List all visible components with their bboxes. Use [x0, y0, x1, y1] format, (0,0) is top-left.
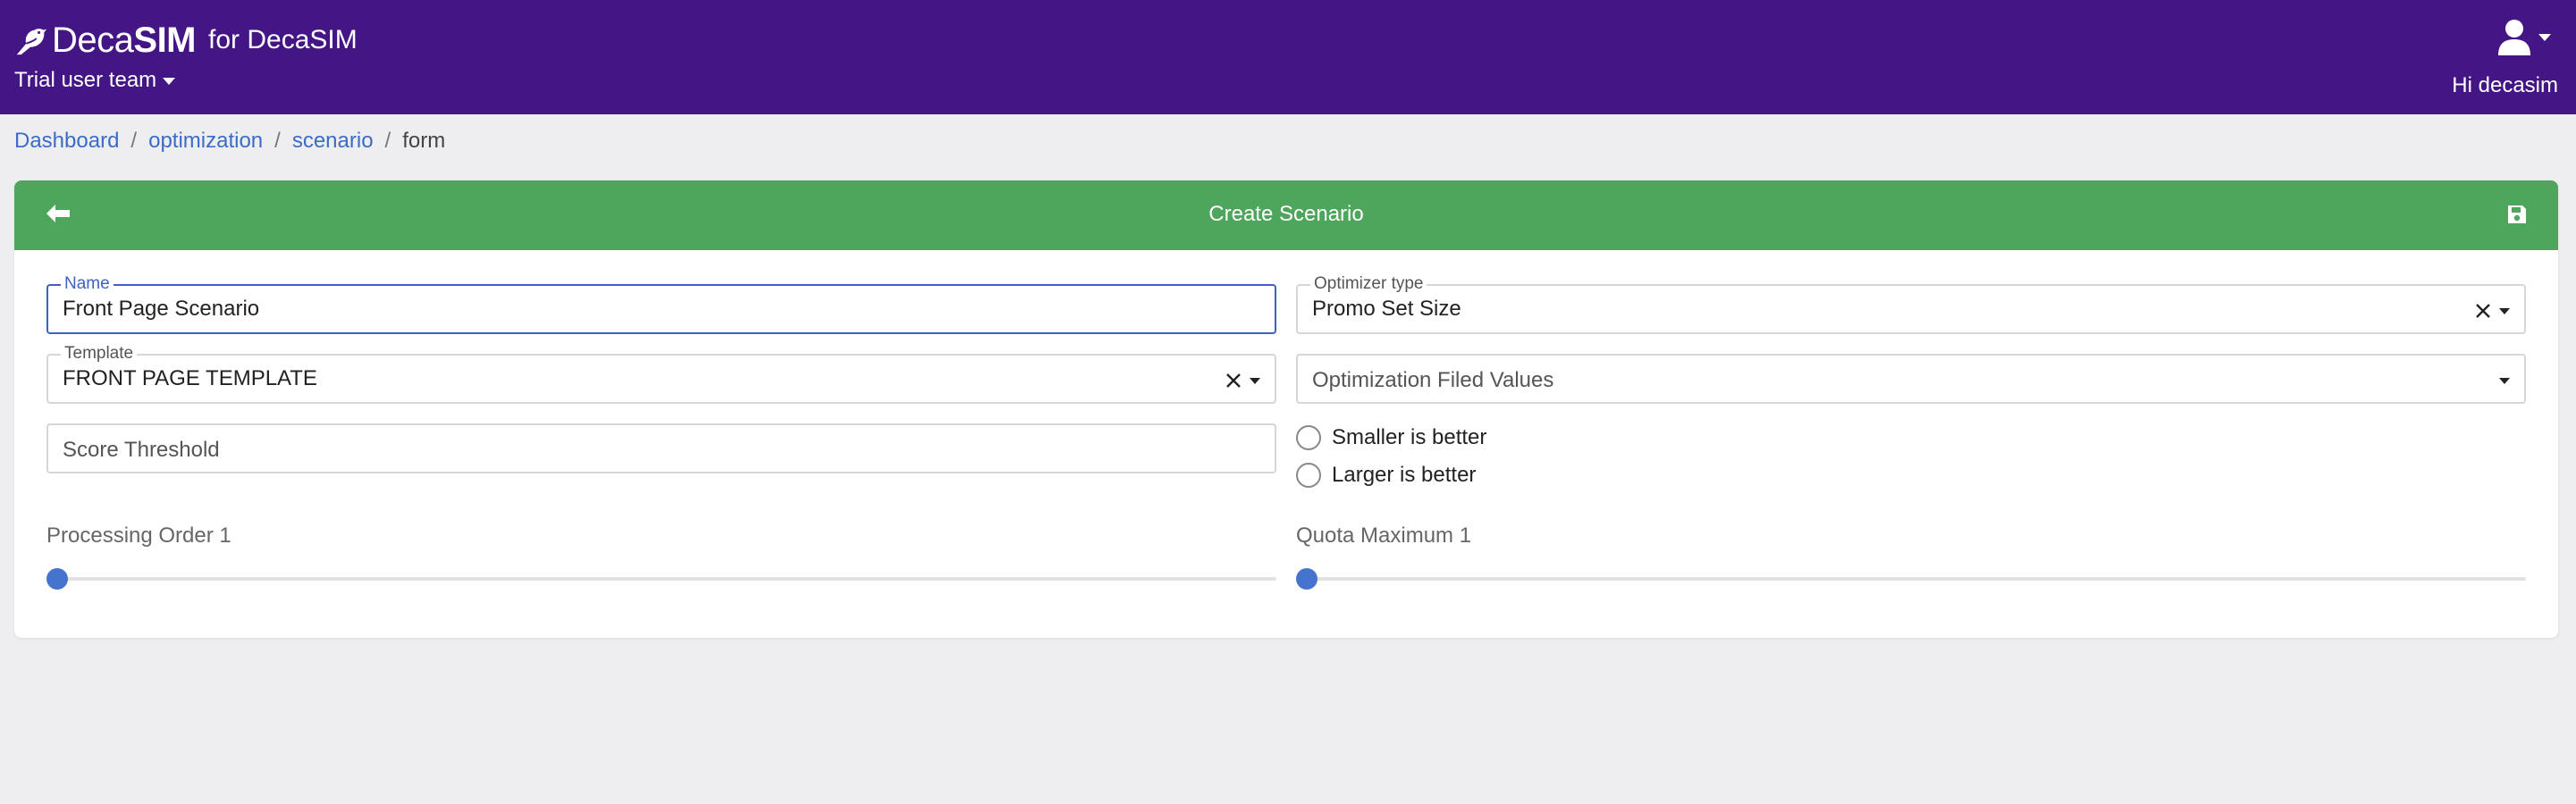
- breadcrumb-separator: /: [130, 129, 138, 153]
- chevron-down-icon: [163, 78, 176, 85]
- card-title: Create Scenario: [1208, 202, 1364, 226]
- brand-name-sim: SIM: [133, 20, 197, 60]
- breadcrumb: Dashboard / optimization / scenario / fo…: [14, 129, 445, 154]
- brand-logo[interactable]: Deca SIM for DecaSIM: [14, 18, 358, 63]
- bird-logo-icon: [16, 29, 47, 55]
- breadcrumb-separator: /: [274, 129, 281, 153]
- close-icon[interactable]: [2474, 302, 2492, 320]
- radio-circle[interactable]: [1296, 463, 1321, 488]
- user-menu-button[interactable]: [2496, 18, 2551, 55]
- optimizer-type-value: Promo Set Size: [1312, 297, 1461, 321]
- radio-larger-is-better[interactable]: Larger is better: [1296, 463, 1476, 488]
- optimizer-type-select[interactable]: Optimizer type Promo Set Size: [1296, 275, 2526, 334]
- template-label: Template: [61, 345, 138, 363]
- breadcrumb-optimization[interactable]: optimization: [148, 129, 263, 154]
- scenario-form-card: Create Scenario Name Front Page Scenario…: [14, 180, 2558, 638]
- name-label: Name: [61, 275, 114, 293]
- user-greeting: Hi decasim: [2452, 73, 2558, 97]
- name-field[interactable]: Name Front Page Scenario: [46, 275, 1276, 334]
- chevron-down-icon[interactable]: [2499, 378, 2510, 384]
- optimization-filed-values-select[interactable]: Optimization Filed Values: [1296, 354, 2526, 404]
- quota-maximum-slider[interactable]: [1296, 568, 2526, 590]
- quota-maximum-label: Quota Maximum 1: [1296, 523, 1472, 548]
- template-value: FRONT PAGE TEMPLATE: [63, 366, 317, 390]
- radio-smaller-is-better[interactable]: Smaller is better: [1296, 425, 1486, 450]
- slider-handle[interactable]: [1296, 568, 1317, 590]
- optimization-filed-values-placeholder: Optimization Filed Values: [1312, 368, 1554, 392]
- card-header: Create Scenario: [14, 180, 2558, 250]
- top-navbar: Deca SIM for DecaSIM Trial user team Hi d…: [0, 0, 2576, 114]
- brand-suffix: for DecaSIM: [208, 25, 358, 54]
- team-label: Trial user team: [14, 68, 157, 92]
- radio-label: Larger is better: [1332, 463, 1477, 487]
- template-select[interactable]: Template FRONT PAGE TEMPLATE: [46, 345, 1276, 404]
- name-input[interactable]: Front Page Scenario: [63, 297, 259, 322]
- chevron-down-icon[interactable]: [1250, 378, 1260, 384]
- floppy-disk-icon[interactable]: [2506, 204, 2528, 225]
- score-threshold-field[interactable]: Score Threshold: [46, 423, 1276, 473]
- user-icon: [2498, 20, 2530, 55]
- close-icon[interactable]: [1225, 372, 1242, 389]
- radio-label: Smaller is better: [1332, 425, 1487, 449]
- chevron-down-icon[interactable]: [2499, 308, 2510, 314]
- team-dropdown[interactable]: Trial user team: [14, 68, 176, 93]
- breadcrumb-current: form: [402, 129, 446, 153]
- score-threshold-input[interactable]: Score Threshold: [63, 438, 220, 463]
- breadcrumb-dashboard[interactable]: Dashboard: [14, 129, 119, 154]
- slider-track[interactable]: [46, 577, 1276, 581]
- radio-circle[interactable]: [1296, 425, 1321, 450]
- slider-track[interactable]: [1296, 577, 2526, 581]
- chevron-down-icon: [2538, 34, 2551, 41]
- optimizer-type-label: Optimizer type: [1310, 275, 1427, 293]
- breadcrumb-separator: /: [384, 129, 391, 153]
- slider-handle[interactable]: [46, 568, 68, 590]
- brand-name-deca: Deca: [52, 20, 134, 60]
- breadcrumb-scenario[interactable]: scenario: [292, 129, 374, 154]
- processing-order-slider[interactable]: [46, 568, 1276, 590]
- processing-order-label: Processing Order 1: [46, 523, 232, 548]
